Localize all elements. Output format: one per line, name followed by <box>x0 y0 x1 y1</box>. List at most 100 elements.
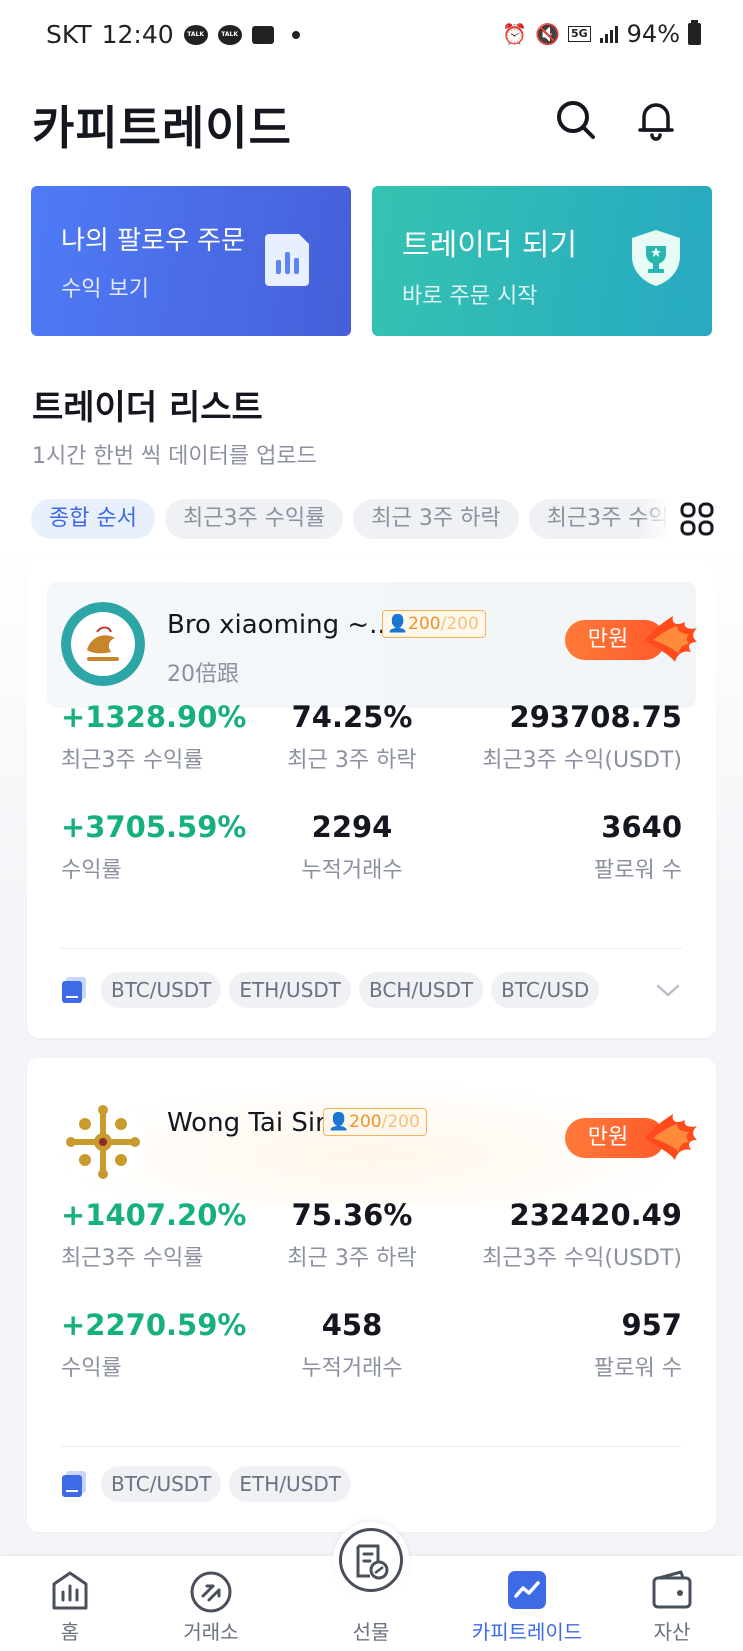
bell-icon[interactable] <box>634 98 678 142</box>
trader-name[interactable]: Wong Tai Sin <box>167 1108 332 1138</box>
exchange-icon <box>190 1571 232 1613</box>
follower-capacity-badge: 👤200/200 <box>323 1108 427 1136</box>
nav-label: 거래소 <box>183 1620 239 1644</box>
filter-chip-overall[interactable]: 종합 순서 <box>31 499 155 539</box>
notification-dot-icon <box>291 30 300 39</box>
follower-max: /200 <box>440 614 479 634</box>
nav-exchange[interactable]: 거래소 <box>141 1556 281 1651</box>
kakaotalk-icon: TALK <box>217 24 242 45</box>
stat-label: 수익률 <box>61 1356 122 1381</box>
stat-label: 최근3주 수익률 <box>61 748 204 773</box>
follower-max: /200 <box>381 1112 420 1132</box>
stat-value: 2294 <box>311 810 393 844</box>
stat-label: 최근 3주 하락 <box>287 748 417 773</box>
nav-copytrade[interactable]: 카피트레이드 <box>457 1556 597 1651</box>
talk-label: TALK <box>221 31 239 38</box>
person-icon: 👤 <box>387 614 409 634</box>
avatar <box>61 1100 145 1184</box>
nav-label: 선물 <box>352 1620 390 1644</box>
pair-tag: BTC/USD <box>491 972 600 1008</box>
flame-icon <box>645 1114 697 1160</box>
stat-label: 누적거래수 <box>301 858 403 883</box>
tier-badge: 만원 <box>565 616 697 662</box>
stat-label: 수익률 <box>61 858 122 883</box>
stat-label: 팔로워 수 <box>594 858 682 883</box>
stat-value: 74.25% <box>291 700 413 734</box>
stat-label: 최근3주 수익(USDT) <box>482 1246 682 1271</box>
filter-chip-3w-drawdown[interactable]: 최근 3주 하락 <box>353 499 519 539</box>
battery-icon <box>688 20 701 45</box>
alarm-icon: ⏰ <box>502 22 528 46</box>
futures-button-ring <box>339 1528 403 1592</box>
stat-label: 최근3주 수익률 <box>61 1246 204 1271</box>
follower-count: 200 <box>349 1112 382 1132</box>
futures-button[interactable] <box>333 1522 409 1598</box>
nav-label: 홈 <box>60 1620 80 1644</box>
message-icon <box>251 25 274 44</box>
pair-tag: ETH/USDT <box>229 972 352 1008</box>
section-subtitle: 1시간 한번 씩 데이터를 업로드 <box>32 444 317 469</box>
futures-icon <box>356 1544 389 1580</box>
stat-label: 최근3주 수익(USDT) <box>482 748 682 773</box>
stat-value: 3640 <box>601 810 682 844</box>
trading-pairs: BTC/USDT ETH/USDT <box>61 1466 352 1502</box>
trader-name[interactable]: Bro xiaoming ~... <box>167 610 394 640</box>
report-icon <box>265 234 309 286</box>
trophy-shield-icon <box>632 230 680 286</box>
avatar <box>61 602 145 686</box>
chevron-down-icon[interactable] <box>656 984 680 998</box>
stat-label: 팔로워 수 <box>594 1356 682 1381</box>
trader-subtitle: 20倍跟 <box>167 662 239 687</box>
flame-icon <box>645 616 697 662</box>
stat-value: +1407.20% <box>61 1198 247 1232</box>
trading-pairs: BTC/USDT ETH/USDT BCH/USDT BTC/USD <box>61 972 600 1008</box>
clock: 12:40 <box>101 20 174 49</box>
divider <box>61 1446 682 1447</box>
follower-capacity-badge: 👤200/200 <box>382 610 486 638</box>
section-title: 트레이더 리스트 <box>32 388 263 428</box>
contract-icon <box>62 1471 86 1497</box>
nav-assets[interactable]: 자산 <box>602 1556 742 1651</box>
contract-icon <box>62 977 86 1003</box>
stat-value: +3705.59% <box>61 810 247 844</box>
stat-label: 누적거래수 <box>301 1356 403 1381</box>
pair-tag: ETH/USDT <box>229 1466 352 1502</box>
status-bar: SKT 12:40 TALK TALK ⏰ 🔇 5G 94% <box>0 0 743 70</box>
person-icon: 👤 <box>328 1112 350 1132</box>
nav-label: 자산 <box>653 1620 691 1644</box>
wallet-icon <box>652 1570 692 1609</box>
stat-value: 293708.75 <box>509 700 682 734</box>
stat-value: +2270.59% <box>61 1308 247 1342</box>
search-icon[interactable] <box>554 98 598 142</box>
filter-chip-3w-return[interactable]: 최근3주 수익률 <box>164 499 344 539</box>
divider <box>61 948 682 949</box>
nav-label: 카피트레이드 <box>471 1620 583 1644</box>
nav-home[interactable]: 홈 <box>0 1556 140 1651</box>
chart-home-icon <box>52 1571 88 1610</box>
stat-value: 957 <box>621 1308 682 1342</box>
grid-view-icon[interactable] <box>680 502 714 536</box>
stat-label: 최근 3주 하락 <box>287 1246 417 1271</box>
mute-icon: 🔇 <box>535 22 560 46</box>
pair-tag: BTC/USDT <box>101 1466 222 1502</box>
follower-count: 200 <box>408 614 441 634</box>
signal-icon <box>599 26 618 43</box>
stat-value: 232420.49 <box>509 1198 682 1232</box>
stat-value: +1328.90% <box>61 700 247 734</box>
page-title: 카피트레이드 <box>32 101 292 155</box>
my-follow-orders-card[interactable]: 나의 팔로우 주문 수익 보기 <box>31 186 351 336</box>
carrier-label: SKT <box>46 20 92 49</box>
stat-value: 458 <box>321 1308 383 1342</box>
tier-badge: 만원 <box>565 1114 697 1160</box>
trader-card[interactable]: Bro xiaoming ~... 👤200/200 20倍跟 만원 +1328… <box>27 560 716 1038</box>
become-trader-card[interactable]: 트레이더 되기 바로 주문 시작 <box>372 186 712 336</box>
talk-label: TALK <box>187 31 205 38</box>
stat-value: 75.36% <box>291 1198 413 1232</box>
battery-percent: 94% <box>626 20 680 48</box>
kakaotalk-icon: TALK <box>183 24 208 45</box>
trader-card[interactable]: Wong Tai Sin 👤200/200 만원 +1407.20% 최근3주 … <box>27 1058 716 1532</box>
copytrade-icon <box>508 1571 546 1609</box>
filter-tabs: 종합 순서 최근3주 수익률 최근 3주 하락 최근3주 수익 <box>31 499 683 541</box>
pair-tag: BCH/USDT <box>359 972 484 1008</box>
pair-tag: BTC/USDT <box>101 972 222 1008</box>
